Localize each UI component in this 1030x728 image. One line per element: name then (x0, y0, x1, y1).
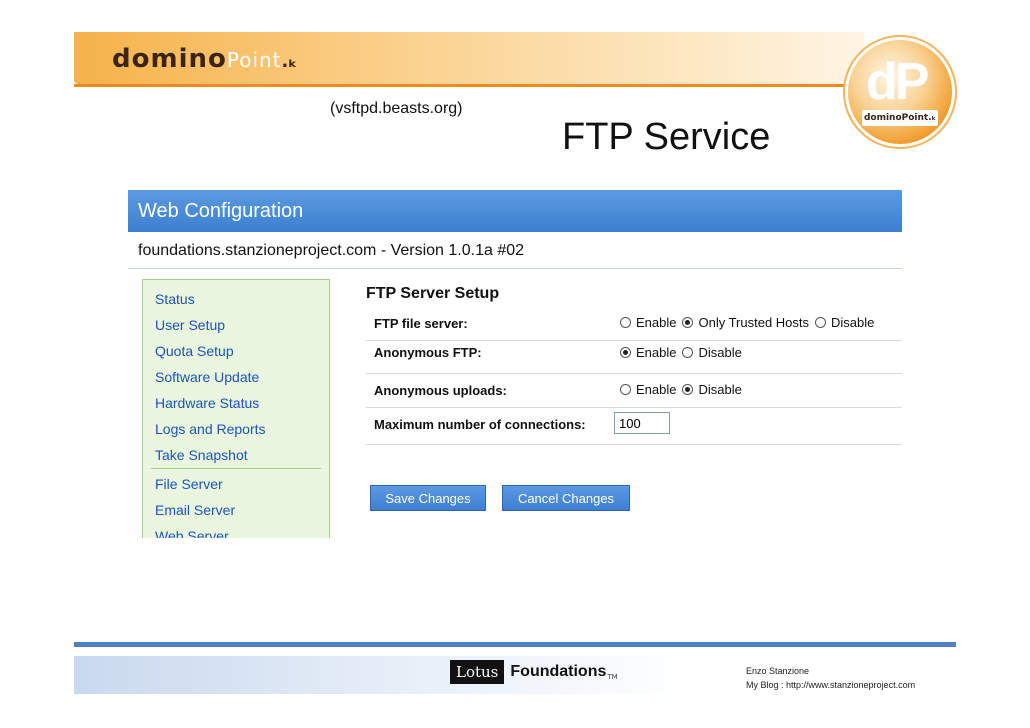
ftp-server-label: FTP file server: (374, 316, 468, 331)
ftp-enable-radio[interactable] (620, 317, 631, 328)
anon-enable-option[interactable]: Enable (620, 345, 676, 360)
anonymous-ftp-row: Anonymous FTP: Enable Disable (366, 341, 902, 374)
brand-bold: domino (112, 44, 227, 74)
anonymous-ftp-label: Anonymous FTP: (374, 345, 482, 360)
author-blog: My Blog : http://www.stanzioneproject.co… (746, 680, 916, 690)
app-header: Web Configuration (128, 190, 902, 232)
nav-software-update[interactable]: Software Update (143, 364, 329, 390)
max-connections-row: Maximum number of connections: (366, 408, 902, 445)
uploads-disable-label: Disable (698, 382, 742, 397)
anon-disable-radio[interactable] (682, 347, 694, 358)
max-connections-label: Maximum number of connections: (374, 417, 586, 432)
uploads-disable-radio[interactable] (682, 384, 694, 395)
uploads-disable-option[interactable]: Disable (682, 382, 742, 397)
nav-divider (151, 468, 321, 469)
uploads-enable-option[interactable]: Enable (620, 382, 676, 397)
brand-mark: .ₖ (281, 51, 298, 72)
uploads-enable-radio[interactable] (620, 384, 631, 395)
nav-file-server[interactable]: File Server (143, 471, 329, 497)
section-title: FTP Server Setup (366, 285, 500, 302)
save-changes-button[interactable]: Save Changes (370, 485, 486, 511)
cancel-changes-button[interactable]: Cancel Changes (502, 485, 630, 511)
author-info: Enzo Stanzione My Blog : http://www.stan… (746, 664, 915, 692)
content-area: Status User Setup Quota Setup Software U… (128, 269, 902, 538)
nav-take-snapshot[interactable]: Take Snapshot (143, 442, 329, 468)
lotus-foundations-logo: Lotus Foundations TM (450, 660, 618, 684)
lotus-mark: Lotus (450, 660, 505, 684)
ftp-trusted-radio[interactable] (682, 317, 694, 328)
ftp-trusted-label: Only Trusted Hosts (698, 315, 810, 330)
ftp-enable-label: Enable (636, 315, 677, 330)
anon-enable-label: Enable (636, 345, 677, 360)
ftp-trusted-option[interactable]: Only Trusted Hosts (682, 315, 809, 330)
dp-letters: dP (866, 53, 929, 111)
web-config-screenshot: Web Configuration foundations.stanzionep… (128, 190, 902, 538)
header-rule (74, 84, 864, 87)
anon-disable-label: Disable (698, 345, 742, 360)
nav-hardware-status[interactable]: Hardware Status (143, 390, 329, 416)
footer-rule (74, 642, 956, 647)
ftp-enable-option[interactable]: Enable (620, 315, 676, 330)
ftp-server-row: FTP file server: Enable Only Trusted Hos… (366, 307, 902, 341)
max-connections-input[interactable] (614, 412, 670, 434)
ftp-server-options: Enable Only Trusted Hosts Disable (620, 315, 880, 330)
slide-title-sub: (vsftpd.beasts.org) (330, 100, 463, 117)
anon-enable-radio[interactable] (620, 347, 631, 358)
nav-user-setup[interactable]: User Setup (143, 312, 329, 338)
author-name: Enzo Stanzione (746, 666, 810, 676)
nav-status[interactable]: Status (143, 286, 329, 312)
nav-logs-reports[interactable]: Logs and Reports (143, 416, 329, 442)
ftp-setup-form: FTP Server Setup FTP file server: Enable… (366, 285, 902, 511)
nav-email-server[interactable]: Email Server (143, 497, 329, 523)
form-buttons: Save Changes Cancel Changes (370, 485, 646, 511)
uploads-enable-label: Enable (636, 382, 677, 397)
trademark: TM (607, 673, 618, 681)
slide-title-main: FTP Service (562, 116, 771, 158)
dominopoint-logo: domino Point .ₖ (112, 44, 297, 74)
ftp-disable-option[interactable]: Disable (815, 315, 874, 330)
ftp-disable-label: Disable (831, 315, 875, 330)
nav-quota-setup[interactable]: Quota Setup (143, 338, 329, 364)
slide-title: FTP Service (vsftpd.beasts.org) (324, 100, 770, 158)
anon-disable-option[interactable]: Disable (682, 345, 742, 360)
sidebar-nav: Status User Setup Quota Setup Software U… (142, 279, 330, 538)
brand-light: Point (226, 48, 282, 72)
anonymous-uploads-row: Anonymous uploads: Enable Disable (366, 374, 902, 408)
anonymous-uploads-label: Anonymous uploads: (374, 383, 507, 398)
ftp-disable-radio[interactable] (815, 317, 827, 328)
anonymous-uploads-options: Enable Disable (620, 382, 748, 397)
anonymous-ftp-options: Enable Disable (620, 345, 748, 360)
foundations-mark: Foundations (510, 663, 607, 680)
host-version-bar: foundations.stanzioneproject.com - Versi… (128, 232, 902, 269)
nav-web-server[interactable]: Web Server (143, 523, 329, 538)
